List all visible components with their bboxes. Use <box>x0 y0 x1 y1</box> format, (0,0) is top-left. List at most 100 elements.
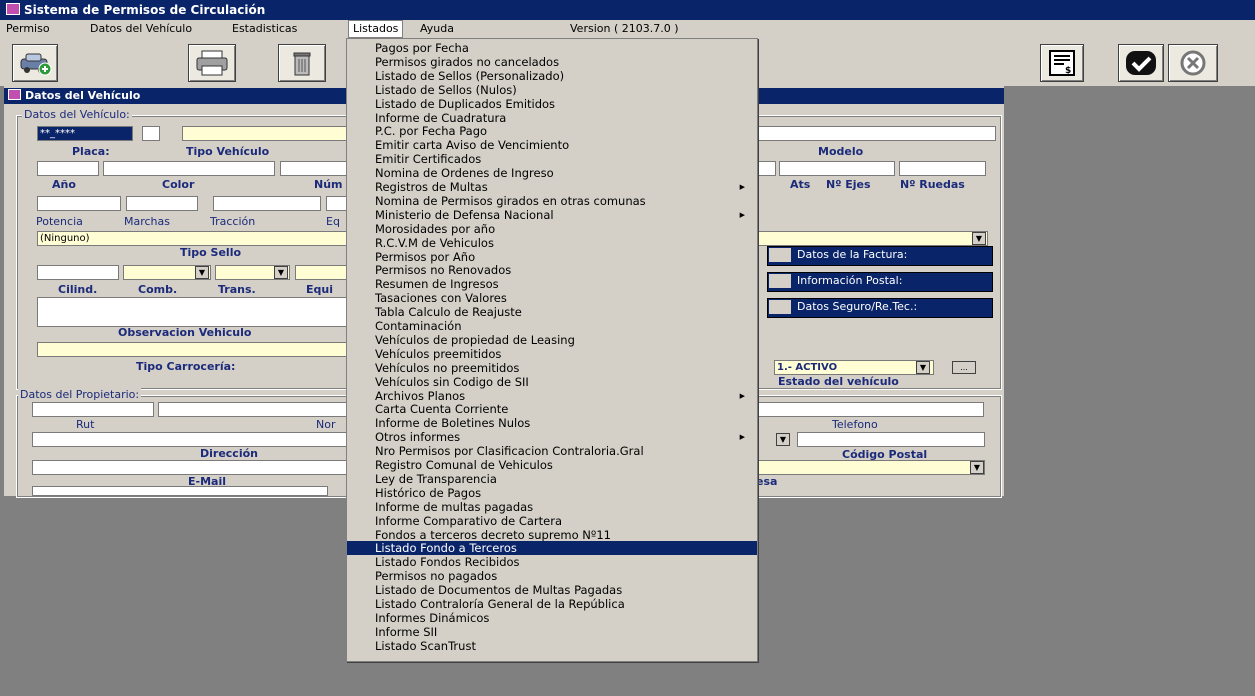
menu-ayuda[interactable]: Ayuda <box>416 20 458 38</box>
email-extra-input[interactable] <box>32 486 328 496</box>
listados-menu-item[interactable]: Permisos no Renovados <box>347 263 757 277</box>
invoice-button[interactable]: $ <box>1040 44 1084 82</box>
direccion-input[interactable] <box>32 432 347 447</box>
menu-permiso[interactable]: Permiso <box>2 20 54 38</box>
listados-menu-item[interactable]: Fondos a terceros decreto supremo Nº11 <box>347 528 757 542</box>
listados-menu-item[interactable]: Listado de Duplicados Emitidos <box>347 97 757 111</box>
cilindrada-input[interactable] <box>37 265 119 280</box>
listados-menu-item[interactable]: Permisos no pagados <box>347 569 757 583</box>
color-input[interactable] <box>103 161 275 176</box>
listados-menu-item[interactable]: Vehículos no preemitidos <box>347 361 757 375</box>
tipo-vehiculo-input[interactable] <box>182 126 347 141</box>
placa-dv-input[interactable] <box>142 126 160 141</box>
listados-menu-item[interactable]: Emitir Certificados <box>347 152 757 166</box>
confirm-button[interactable] <box>1118 44 1164 82</box>
listados-menu-item[interactable]: Tasaciones con Valores <box>347 291 757 305</box>
placa-input[interactable]: **_**** <box>37 126 133 141</box>
datos-factura-button[interactable]: Datos de la Factura: <box>767 246 993 266</box>
comuna-dropdown[interactable]: ▼ <box>776 433 790 446</box>
listados-menu-item[interactable]: Listado Fondos Recibidos <box>347 555 757 569</box>
equipamiento-select[interactable] <box>295 265 347 280</box>
listados-menu-item[interactable]: Listado ScanTrust <box>347 639 757 653</box>
codigo-postal-select[interactable] <box>756 460 985 475</box>
marca-input[interactable] <box>756 126 996 141</box>
listados-menu-item[interactable]: Nomina de Permisos girados en otras comu… <box>347 194 757 208</box>
print-button[interactable] <box>188 44 236 82</box>
rut-input[interactable] <box>32 402 154 417</box>
ruedas-input[interactable] <box>899 161 986 176</box>
listados-menu-item[interactable]: Listado de Documentos de Multas Pagadas <box>347 583 757 597</box>
listados-menu-item[interactable]: Otros informes ▶ <box>347 430 757 444</box>
listados-menu-item[interactable]: Informe SII <box>347 625 757 639</box>
listados-menu-item[interactable]: Emitir carta Aviso de Vencimiento <box>347 138 757 152</box>
listados-menu-item[interactable]: Resumen de Ingresos <box>347 277 757 291</box>
combustible-dropdown[interactable]: ▼ <box>195 266 209 279</box>
telefono-input[interactable] <box>797 432 985 447</box>
menu-datos-vehiculo[interactable]: Datos del Vehículo <box>86 20 196 38</box>
listados-menu-item[interactable]: Vehículos de propiedad de Leasing <box>347 333 757 347</box>
datos-seguro-button[interactable]: Datos Seguro/Re.Tec.: <box>767 298 993 318</box>
listados-menu-item[interactable]: Informe de Cuadratura <box>347 111 757 125</box>
listados-menu-item[interactable]: Informe de multas pagadas <box>347 500 757 514</box>
listados-menu-item[interactable]: Nomina de Ordenes de Ingreso <box>347 166 757 180</box>
apellido-input[interactable] <box>756 402 984 417</box>
direccion-label: Dirección <box>200 447 258 460</box>
info-postal-button[interactable]: Información Postal: <box>767 272 993 292</box>
listados-menu-item[interactable]: P.C. por Fecha Pago <box>347 124 757 138</box>
delete-button[interactable] <box>278 44 326 82</box>
listados-menu-item[interactable]: Permisos por Año <box>347 250 757 264</box>
listados-menu-item[interactable]: Permisos girados no cancelados <box>347 55 757 69</box>
marchas-input[interactable] <box>126 196 198 211</box>
equipo-input[interactable] <box>326 196 347 211</box>
listados-menu-item[interactable]: Listado Contraloría General de la Repúbl… <box>347 597 757 611</box>
potencia-label: Potencia <box>36 215 83 228</box>
estado-select[interactable]: 1.- ACTIVO <box>774 360 934 375</box>
listados-menu-item[interactable]: Listado de Sellos (Nulos) <box>347 83 757 97</box>
listados-menu-item[interactable]: Histórico de Pagos <box>347 486 757 500</box>
listados-menu-item[interactable]: Ministerio de Defensa Nacional ▶ <box>347 208 757 222</box>
listados-menu-item[interactable]: Vehículos preemitidos <box>347 347 757 361</box>
transmision-dropdown[interactable]: ▼ <box>274 266 288 279</box>
email-input[interactable] <box>32 460 347 475</box>
listados-menu-item[interactable]: R.C.V.M de Vehiculos <box>347 236 757 250</box>
menu-listados[interactable]: Listados <box>348 20 404 38</box>
listados-menu-item[interactable]: Listado de Sellos (Personalizado) <box>347 69 757 83</box>
traccion-input[interactable] <box>213 196 321 211</box>
listados-menu-item[interactable]: Informe de Boletines Nulos <box>347 416 757 430</box>
tipo-sello-dropdown[interactable]: ▼ <box>972 232 986 245</box>
listados-menu-item[interactable]: Contaminación <box>347 319 757 333</box>
ats-input[interactable] <box>756 161 776 176</box>
listados-menu-item[interactable]: Tabla Calculo de Reajuste <box>347 305 757 319</box>
anio-input[interactable] <box>37 161 99 176</box>
cancel-button[interactable] <box>1168 44 1218 82</box>
potencia-input[interactable] <box>37 196 121 211</box>
listados-menu: Pagos por Fecha Permisos girados no cance… <box>346 38 758 662</box>
estado-dropdown[interactable]: ▼ <box>916 361 930 374</box>
listados-menu-item[interactable]: Archivos Planos ▶ <box>347 389 757 403</box>
listados-menu-item[interactable]: Pagos por Fecha <box>347 41 757 55</box>
menu-estadisticas[interactable]: Estadisticas <box>228 20 301 38</box>
carroceria-select[interactable] <box>37 342 347 357</box>
listados-menu-item[interactable]: Ley de Transparencia <box>347 472 757 486</box>
ninguno-select[interactable]: (Ninguno) <box>37 231 347 246</box>
numero-input[interactable] <box>280 161 347 176</box>
ejes-input[interactable] <box>779 161 895 176</box>
new-vehicle-button[interactable] <box>12 44 58 82</box>
listados-menu-item[interactable]: Listado Fondo a Terceros <box>347 541 757 556</box>
listados-menu-item[interactable]: Nro Permisos por Clasificacion Contralor… <box>347 444 757 458</box>
nombre-input[interactable] <box>158 402 347 417</box>
listados-menu-item[interactable]: Informe Comparativo de Cartera <box>347 514 757 528</box>
listados-menu-item[interactable]: Morosidades por año <box>347 222 757 236</box>
menu-item-label: Permisos no Renovados <box>375 263 512 278</box>
listados-menu-item[interactable]: Registro Comunal de Vehiculos <box>347 458 757 472</box>
listados-menu-item[interactable]: Registros de Multas ▶ <box>347 180 757 194</box>
observacion-textarea[interactable] <box>37 297 347 327</box>
info-postal-label: Información Postal: <box>797 274 903 287</box>
listados-menu-item[interactable]: Informes Dinámicos <box>347 611 757 625</box>
listados-menu-item[interactable]: Carta Cuenta Corriente <box>347 402 757 416</box>
tipo-sello-right-select[interactable] <box>756 231 988 246</box>
codigo-postal-dropdown[interactable]: ▼ <box>970 461 984 474</box>
menu-item-label: Permisos por Año <box>375 249 476 264</box>
listados-menu-item[interactable]: Vehículos sin Codigo de SII <box>347 375 757 389</box>
estado-more-button[interactable]: ... <box>952 361 976 374</box>
